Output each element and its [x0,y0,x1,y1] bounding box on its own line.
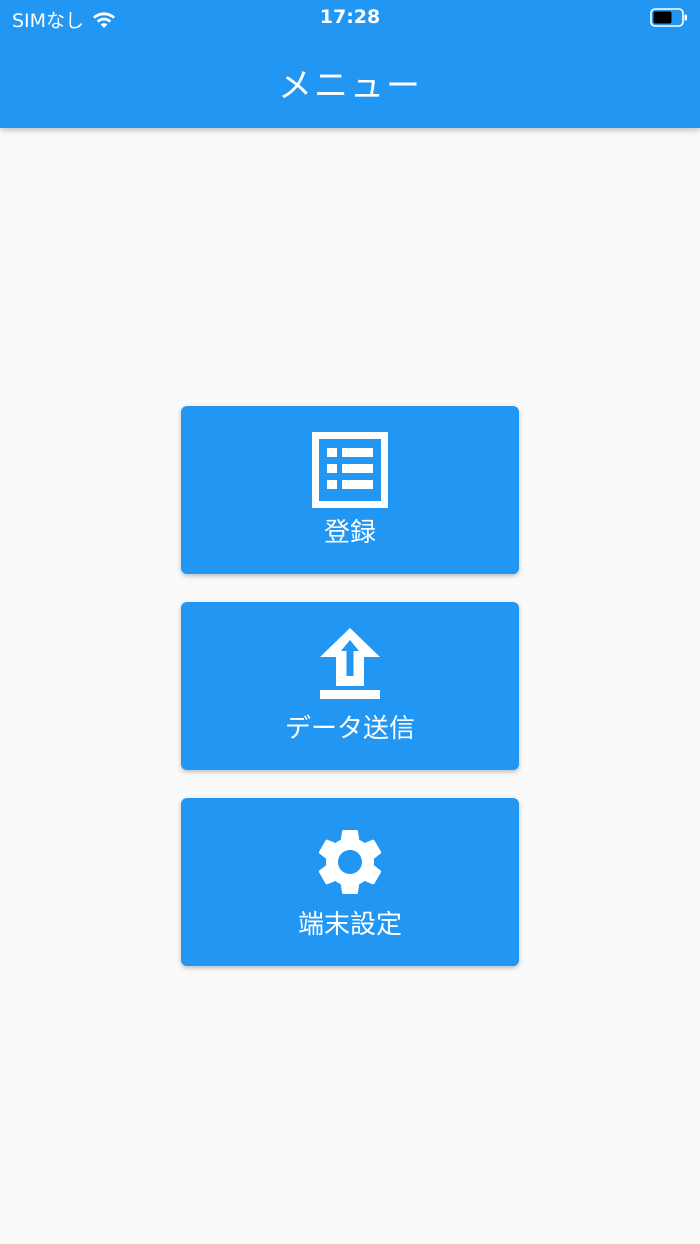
send-data-button-label: データ送信 [284,714,415,744]
page-title: メニュー [278,66,422,106]
menu-list: 登録 データ送信 端末設定 [181,406,519,994]
status-time: 17:28 [319,6,381,28]
gear-icon [318,830,382,894]
battery-icon [650,8,687,27]
register-button-label: 登録 [323,518,376,548]
register-button[interactable]: 登録 [181,406,519,574]
status-bar: SIMなし 17:28 [0,0,700,36]
app-bar: SIMなし 17:28 メニュー [0,0,700,128]
device-settings-button-label: 端末設定 [297,910,402,940]
device-settings-button[interactable]: 端末設定 [181,798,519,966]
list-icon [312,432,388,508]
upload-icon [320,628,380,699]
send-data-button[interactable]: データ送信 [181,602,519,770]
